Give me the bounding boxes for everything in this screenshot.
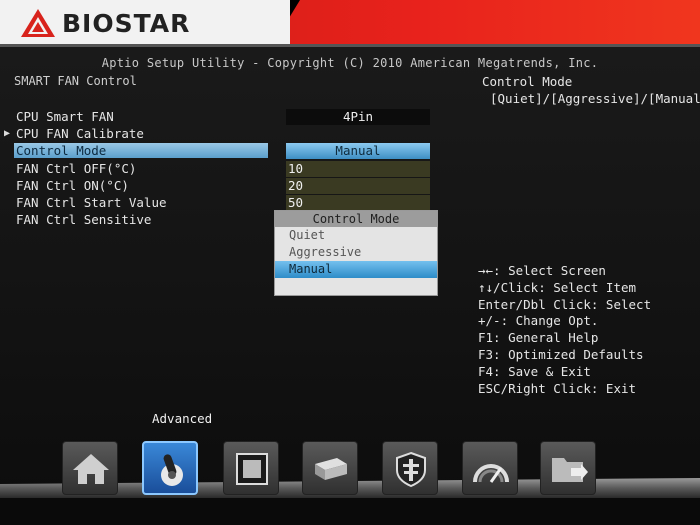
key-help-item: F3: Optimized Defaults <box>478 346 644 362</box>
setting-fan-ctrl-start-value[interactable]: FAN Ctrl Start Value <box>16 195 167 210</box>
setting-fan-ctrl-sensitive[interactable]: FAN Ctrl Sensitive <box>16 212 151 227</box>
value-cpu-smart-fan[interactable]: 4Pin <box>286 109 430 125</box>
biostar-logo-icon <box>21 9 55 37</box>
key-help-list: →←: Select Screen ↑↓/Click: Select Item … <box>478 263 651 397</box>
setting-cpu-fan-calibrate[interactable]: CPU FAN Calibrate <box>16 126 144 141</box>
nav-main[interactable] <box>62 441 118 495</box>
nav-floor <box>0 498 700 525</box>
nav-exit[interactable] <box>540 441 596 495</box>
control-mode-popup: Control Mode Quiet Aggressive Manual <box>274 210 438 296</box>
nav-performance[interactable] <box>462 441 518 495</box>
chipset-icon <box>236 453 268 485</box>
key-help-item: F4: Save & Exit <box>478 363 591 379</box>
setting-fan-ctrl-off[interactable]: FAN Ctrl OFF(°C) <box>16 161 136 176</box>
boot-icon <box>315 458 347 480</box>
key-help-item: ESC/Right Click: Exit <box>478 380 637 396</box>
nav-advanced[interactable] <box>142 441 198 495</box>
utility-title: Aptio Setup Utility - Copyright (C) 2010… <box>101 56 599 70</box>
nav-active-label: Advanced <box>152 411 213 426</box>
brand-logo: BIOSTAR <box>20 4 190 42</box>
advanced-icon <box>161 454 183 486</box>
setting-cpu-smart-fan[interactable]: CPU Smart FAN <box>16 109 114 124</box>
value-control-mode[interactable]: Manual <box>286 143 430 159</box>
popup-option-aggressive[interactable]: Aggressive <box>275 244 437 261</box>
security-icon <box>396 451 426 488</box>
page-title: SMART FAN Control <box>14 74 137 88</box>
setting-control-mode[interactable]: Control Mode <box>16 143 106 158</box>
nav-chipset[interactable] <box>223 441 279 495</box>
submenu-arrow-icon: ▶ <box>4 128 11 139</box>
key-help-item: F1: General Help <box>478 330 599 346</box>
popup-option-manual[interactable]: Manual <box>275 261 437 278</box>
key-help-item: →←: Select Screen <box>478 263 606 278</box>
value-fan-ctrl-on[interactable]: 20 <box>286 178 430 194</box>
home-icon <box>73 454 109 484</box>
value-fan-ctrl-start[interactable]: 50 <box>286 195 430 211</box>
performance-icon <box>473 464 509 483</box>
nav-security[interactable] <box>382 441 438 495</box>
popup-title: Control Mode <box>275 211 437 227</box>
popup-option-quiet[interactable]: Quiet <box>275 227 437 244</box>
key-help-item: +/-: Change Opt. <box>478 313 599 329</box>
exit-icon <box>552 458 588 482</box>
help-description: [Quiet]/[Aggressive]/[Manual] <box>490 91 700 106</box>
setting-fan-ctrl-on[interactable]: FAN Ctrl ON(°C) <box>16 178 129 193</box>
value-fan-ctrl-off[interactable]: 10 <box>286 161 430 177</box>
help-title: Control Mode <box>482 74 573 89</box>
key-help-item: ↑↓/Click: Select Item <box>478 279 637 295</box>
nav-boot[interactable] <box>302 441 358 495</box>
brand-name: BIOSTAR <box>62 8 191 38</box>
key-help-item: Enter/Dbl Click: Select <box>478 296 652 312</box>
